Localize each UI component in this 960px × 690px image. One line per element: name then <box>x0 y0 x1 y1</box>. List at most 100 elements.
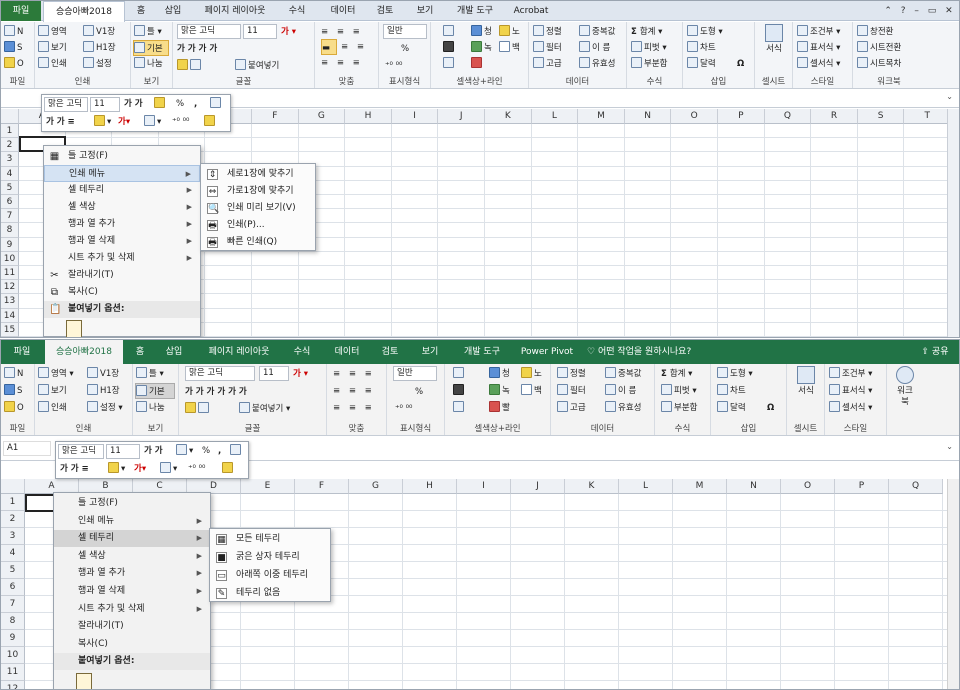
shape-button[interactable]: 도형 ▾ <box>687 24 723 40</box>
column-header[interactable]: J <box>511 479 565 494</box>
mini-bold-button[interactable]: 가 가 ≡ <box>46 114 75 130</box>
font-size-combo[interactable]: 11 <box>243 24 277 39</box>
print-settings-button[interactable]: 설정 <box>83 56 112 72</box>
share-button[interactable]: ⇪ 공유 <box>913 340 957 364</box>
name-box[interactable]: A1 <box>3 441 51 456</box>
sheet-format-button-2[interactable]: 서식 <box>791 366 821 397</box>
column-header[interactable]: T <box>904 109 947 124</box>
mini-percent-button[interactable]: % <box>176 96 184 112</box>
menu-item[interactable]: ▦ 틀 고정(F) <box>44 148 200 165</box>
calendar-button[interactable]: 달력 <box>687 56 716 72</box>
tab-page-layout-2[interactable]: 페이지 레이아웃 <box>197 340 281 364</box>
row-header[interactable]: 1 <box>1 124 19 139</box>
percent-button[interactable]: % <box>401 41 409 57</box>
workbook-button-2[interactable]: 워크 북 <box>890 366 920 408</box>
column-header[interactable]: P <box>835 479 889 494</box>
duplicate-button-2[interactable]: 중복값 <box>605 366 641 382</box>
align-top-row[interactable]: ≡ ≡ ≡ <box>321 24 363 40</box>
window-switch-button[interactable]: 창전환 <box>857 24 893 40</box>
row-header[interactable]: 6 <box>1 579 25 596</box>
fill-red-button-2[interactable]: 빨 <box>489 400 510 416</box>
menu-item[interactable]: 셀 색상 ▶ <box>44 199 200 216</box>
tab-home[interactable]: 홈 <box>129 1 153 21</box>
font-grow-button-2[interactable]: 가 가 가 가 가 가 <box>185 384 247 400</box>
column-header[interactable]: J <box>438 109 485 124</box>
h1page-button-2[interactable]: H1장 <box>87 383 120 399</box>
print-settings-button-2[interactable]: 설정 ▾ <box>87 400 123 416</box>
sheet-format-button[interactable]: 서식 <box>759 24 789 55</box>
freeze-button[interactable]: 틀 ▾ <box>134 24 162 40</box>
tab-acrobat[interactable]: Acrobat <box>507 1 555 21</box>
column-header[interactable]: L <box>531 109 579 124</box>
freeze-button-2[interactable]: 틀 ▾ <box>136 366 164 382</box>
row-header[interactable]: 2 <box>1 511 25 528</box>
row-header[interactable]: 12 <box>1 280 19 295</box>
column-header[interactable]: M <box>673 479 727 494</box>
column-header[interactable]: P <box>718 109 765 124</box>
tab-home-2[interactable]: 홈 <box>127 340 153 364</box>
column-header[interactable]: I <box>457 479 511 494</box>
column-header[interactable]: E <box>241 479 295 494</box>
conditional-button[interactable]: 조건부 ▾ <box>797 24 840 40</box>
tab-data-2[interactable]: 데이터 <box>327 340 367 364</box>
column-header[interactable]: Q <box>889 479 943 494</box>
sheet-switch-button[interactable]: 시트전환 <box>857 40 901 56</box>
save-button[interactable]: S <box>4 40 22 56</box>
print-button[interactable]: 인쇄 <box>38 56 67 72</box>
mini-fontcolor-button[interactable]: 가▾ <box>118 114 130 130</box>
tab-view-2[interactable]: 보기 <box>413 340 447 364</box>
font-name-combo[interactable]: 맑은 고딕 <box>177 24 241 39</box>
mini-brush-button[interactable] <box>204 114 217 130</box>
font-name-combo-2[interactable]: 맑은 고딕 <box>185 366 255 381</box>
column-header[interactable]: G <box>298 109 346 124</box>
mini-bold-button-2[interactable]: 가 가 ≡ <box>60 461 89 477</box>
menu-item[interactable]: 셀 테두리 ▶ <box>54 530 210 548</box>
menu-item[interactable]: 셀 색상 ▶ <box>54 548 210 565</box>
column-header[interactable]: G <box>349 479 403 494</box>
row-header[interactable]: 1 <box>1 494 25 511</box>
align-center-row[interactable]: ≡ ≡ <box>341 39 367 55</box>
border-more-button-2[interactable] <box>453 400 466 416</box>
v1page-button-2[interactable]: V1장 <box>87 366 119 382</box>
row-header[interactable]: 2 <box>1 138 19 153</box>
border-all-button[interactable] <box>443 24 456 40</box>
row-header[interactable]: 4 <box>1 166 19 181</box>
menu-item[interactable]: 행과 열 삭제 ▶ <box>54 583 210 600</box>
menu-item[interactable]: 행과 열 추가 ▶ <box>44 216 200 233</box>
row-header[interactable]: 7 <box>1 209 19 224</box>
row-header[interactable]: 5 <box>1 180 19 195</box>
open-button[interactable]: O <box>4 56 24 72</box>
h1page-button[interactable]: H1장 <box>83 40 116 56</box>
validation-button-2[interactable]: 유효성 <box>605 400 641 416</box>
menu-item[interactable]: 시트 추가 및 삭제 ▶ <box>54 601 210 618</box>
submenu-item[interactable]: ▭ 아래쪽 이중 테두리 <box>210 567 330 584</box>
column-header[interactable]: I <box>391 109 439 124</box>
row-header[interactable]: 11 <box>1 266 19 281</box>
tell-me-box[interactable]: ♡ 어떤 작업을 원하시나요? <box>587 340 727 364</box>
column-header[interactable]: N <box>624 109 672 124</box>
decimal-button[interactable]: ⁺⁰ ⁰⁰ <box>385 58 402 74</box>
column-header[interactable]: Q <box>764 109 812 124</box>
mini-font-combo[interactable]: 맑은 고딕 <box>44 97 88 112</box>
mini-grow-button-2[interactable]: 가 가 <box>144 443 163 459</box>
normal-view-button-2[interactable]: 기본 <box>135 383 175 399</box>
border-thick-button[interactable] <box>443 40 456 56</box>
tab-developer-2[interactable]: 개발 도구 <box>453 340 511 364</box>
submenu-item[interactable]: ✎ 테두리 없음 <box>210 585 330 602</box>
advanced-button-2[interactable]: 고급 <box>557 400 586 416</box>
menu-item[interactable]: ⧉ 복사(C) <box>44 284 200 301</box>
mini-numfmt-button-2[interactable]: ▾ <box>176 443 193 459</box>
mini-percent-button-2[interactable]: % <box>202 443 210 459</box>
paste-option-icon[interactable] <box>76 673 92 689</box>
shape-button-2[interactable]: 도형 ▾ <box>717 366 753 382</box>
row-header[interactable]: 13 <box>1 294 19 309</box>
filter-button[interactable]: 필터 <box>533 40 562 56</box>
sort-button-2[interactable]: 정렬 <box>557 366 586 382</box>
column-header[interactable]: H <box>345 109 392 124</box>
paint-format-button[interactable] <box>177 58 203 74</box>
pivot-button-2[interactable]: 피벗 ▾ <box>661 383 697 399</box>
menu-item[interactable]: 잘라내기(T) <box>54 618 210 635</box>
mini-decimal-button-2[interactable]: ⁺⁰ ⁰⁰ <box>188 461 205 477</box>
calendar-button-2[interactable]: 달력 <box>717 400 746 416</box>
sum-button[interactable]: Σ 합계 ▾ <box>631 24 662 40</box>
